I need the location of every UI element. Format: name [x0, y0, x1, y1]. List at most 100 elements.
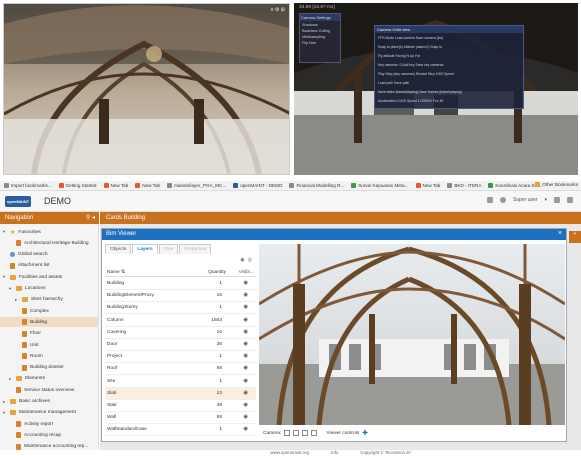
tab-layers[interactable]: Layers	[132, 244, 158, 254]
logout-icon[interactable]	[567, 197, 573, 203]
layer-row[interactable]: Project 1 ◉	[105, 351, 256, 364]
chevron-down-icon[interactable]: ▾	[3, 274, 7, 280]
camera-control-row[interactable]: Save video (frame/playing) Save frames (…	[378, 88, 520, 97]
eye-icon[interactable]: ◉	[243, 378, 248, 384]
eye-icon[interactable]: ◉	[243, 280, 248, 286]
nav-tree-item[interactable]: ▾ Maintenance management	[0, 408, 98, 418]
eye-icon[interactable]: ◉	[243, 402, 248, 408]
column-quantity[interactable]: Quantity	[208, 270, 226, 275]
footer-site-link[interactable]: www.openmaint.org	[270, 450, 309, 456]
layer-row[interactable]: BuildingElementProxy 15 ◉	[105, 290, 256, 303]
layer-row[interactable]: Building 1 ◉	[105, 278, 256, 290]
chevron-down-icon[interactable]: ▾	[3, 229, 7, 235]
nav-tree-item[interactable]: Architectural Heritage Building	[0, 238, 98, 248]
show-all-icon[interactable]: ◉	[240, 257, 244, 263]
layer-row[interactable]: Wall 68 ◉	[105, 412, 256, 425]
camera-control-row[interactable]: FPS Mode Load camera Save camera (list)	[378, 34, 520, 43]
search-icon[interactable]: ⚲	[86, 215, 90, 221]
chevron-down-icon[interactable]: ▾	[544, 197, 547, 203]
bookmark-item[interactable]: Financial Modelling R...	[289, 183, 344, 188]
gear-icon[interactable]	[554, 197, 560, 203]
bookmark-item[interactable]: openMAINT - DEMO	[233, 183, 282, 188]
nav-tree-item[interactable]: Attachment list	[0, 261, 98, 271]
bim-3d-viewport[interactable]	[259, 244, 565, 425]
nav-tree-item[interactable]: Room	[0, 351, 98, 361]
nav-tree-item[interactable]: Global search	[0, 250, 98, 260]
bookmark-item[interactable]: Survei Kepuasan Mitra...	[351, 183, 409, 188]
camera-perspective-icon[interactable]	[311, 430, 318, 436]
bookmark-item[interactable]: New Tab	[103, 183, 128, 188]
viewer-toolbar-icons[interactable]: ≡ ⚙ ⊞	[271, 7, 285, 13]
layer-row[interactable]: Stair 48 ◉	[105, 400, 256, 412]
layer-row[interactable]: Door 36 ◉	[105, 339, 256, 351]
eye-icon[interactable]: ◉	[243, 317, 248, 323]
nav-tree-item[interactable]: Activity report	[0, 419, 98, 429]
camera-control-row[interactable]: Snap to plane(k) Altitude (alarm:0) Snap…	[378, 43, 520, 52]
nav-tree-item[interactable]: ▾ Locations	[0, 284, 98, 294]
nav-tree-item[interactable]: Maintenance accounting rep...	[0, 442, 98, 450]
bookmark-item[interactable]: New Tab	[135, 183, 160, 188]
eye-icon[interactable]: ◉	[243, 304, 248, 310]
navigation-tools[interactable]: ⚲ ◂	[86, 214, 95, 221]
tab-properties[interactable]: Properties	[179, 244, 212, 254]
bookmark-item[interactable]: BKD - ITERA	[447, 183, 481, 188]
layer-row[interactable]: Column 1503 ◉	[105, 315, 256, 327]
nav-tree-item[interactable]: Building	[0, 317, 98, 328]
camera-control-row[interactable]: Key cameras: 0 Add key Save key cameras	[378, 61, 520, 70]
bookmark-item[interactable]: New Tab	[415, 183, 440, 188]
user-icon[interactable]	[500, 197, 507, 203]
camera-front-icon[interactable]	[284, 430, 291, 436]
column-visibility[interactable]: Visibi...	[239, 270, 254, 275]
chevron-right-icon[interactable]: ▸	[9, 376, 13, 382]
layer-row[interactable]: Slab 13 ◉	[105, 387, 256, 400]
nav-tree-item[interactable]: Service status overview	[0, 385, 98, 395]
chevron-right-icon[interactable]: ▸	[3, 399, 7, 405]
nav-tree-item[interactable]: Floor	[0, 329, 98, 339]
tab-objects[interactable]: Objects	[105, 244, 132, 254]
eye-icon[interactable]: ◉	[243, 426, 248, 432]
nav-tree-item[interactable]: Unit	[0, 340, 98, 350]
app-logo[interactable]: openMAINT	[5, 196, 31, 207]
eye-icon[interactable]: ◉	[243, 414, 248, 420]
column-name[interactable]: Name ⇅	[107, 270, 125, 275]
layer-row[interactable]: WallStandardCase 1 ◉	[105, 424, 256, 437]
other-bookmarks[interactable]: Other Bookmarks	[535, 182, 578, 187]
eye-icon[interactable]: ◉	[243, 390, 248, 396]
move-icon[interactable]: ✚	[362, 429, 368, 437]
camera-top-icon[interactable]	[293, 430, 300, 436]
bookmark-item[interactable]: Getting Started	[58, 183, 97, 188]
camera-side-icon[interactable]	[302, 430, 309, 436]
bookmark-item[interactable]: Koordinasi Acara Sm...	[488, 183, 542, 188]
chevron-right-icon[interactable]: ▸	[15, 297, 19, 303]
eye-icon[interactable]: ◉	[243, 329, 248, 335]
eye-icon[interactable]: ◉	[243, 292, 248, 298]
nav-tree-item[interactable]: ▾ Facilities and assets	[0, 272, 98, 282]
footer-info-link[interactable]: Info	[331, 450, 338, 456]
nav-tree-item[interactable]: ▸ Elements	[0, 374, 98, 384]
chevron-down-icon[interactable]: ▾	[3, 410, 7, 416]
eye-icon[interactable]: ◉	[243, 341, 248, 347]
side-panel-toggle[interactable]: +	[569, 231, 581, 243]
eye-icon[interactable]: ◉	[243, 365, 248, 371]
calendar-icon[interactable]	[487, 197, 494, 203]
layer-row[interactable]: Window1178◉	[105, 437, 256, 440]
layer-row[interactable]: Roof 68 ◉	[105, 363, 256, 376]
eye-icon[interactable]: ◉	[243, 353, 248, 359]
layer-row[interactable]: BuildingStorey 1 ◉	[105, 302, 256, 315]
nav-tree-item[interactable]: ▾ ★ Favourites	[0, 227, 98, 237]
camera-control-row[interactable]: Acceleration 0.000 Speed 1.000000 Fov 45	[378, 97, 520, 106]
chevron-down-icon[interactable]: ▾	[9, 286, 13, 292]
user-menu[interactable]: Super user	[513, 197, 537, 203]
layer-row[interactable]: Site 1 ◉	[105, 376, 256, 388]
nav-tree-item[interactable]: Building dossier	[0, 363, 98, 373]
nav-tree-item[interactable]: Complex	[0, 306, 98, 316]
hide-all-icon[interactable]: ◎	[248, 257, 252, 263]
bookmark-item[interactable]: maindo/layer_PGA_MC...	[167, 183, 226, 188]
tab-tree[interactable]: Tree	[158, 244, 179, 254]
nav-tree-item[interactable]: ▸ Basic archives	[0, 397, 98, 407]
nav-tree-item[interactable]: Accounting recap	[0, 430, 98, 440]
nav-tree-item[interactable]: ▸ Sites hierarchy	[0, 295, 98, 305]
camera-control-row[interactable]: Fly altitude Facing N Up Far	[378, 52, 520, 61]
close-icon[interactable]: ×	[558, 230, 562, 237]
camera-control-row[interactable]: Load path Save path	[378, 79, 520, 88]
